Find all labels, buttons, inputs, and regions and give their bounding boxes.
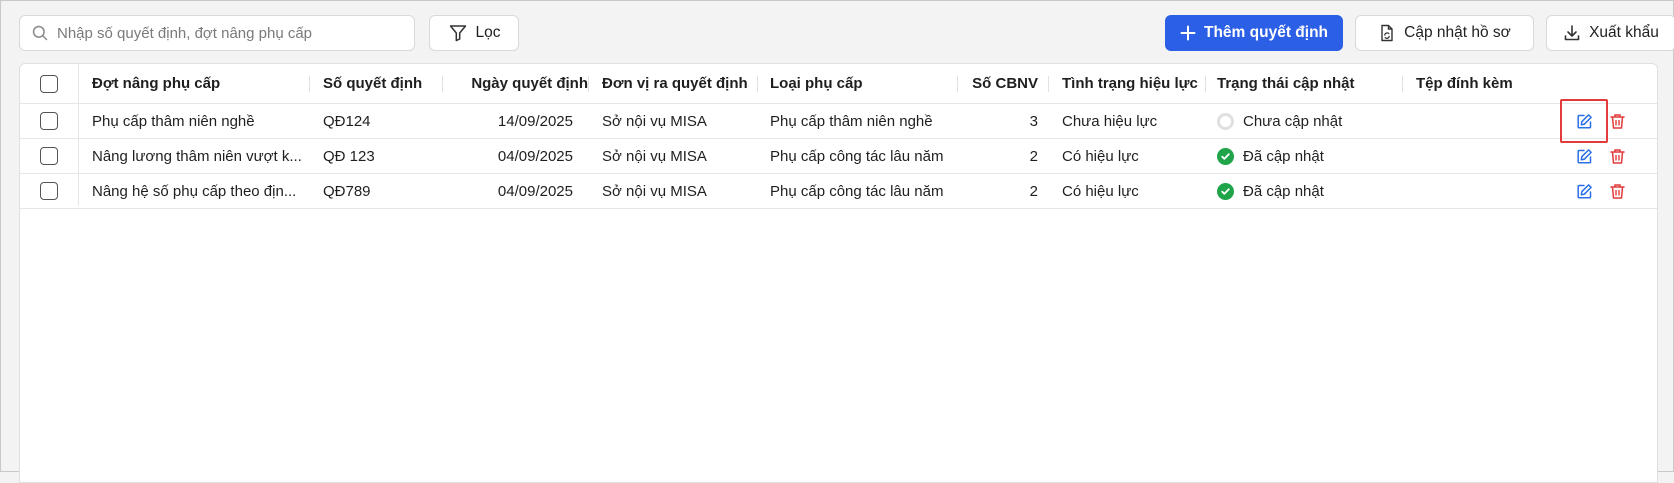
cell-update-status: Chưa cập nhật [1217, 104, 1397, 138]
app-frame: Lọc Thêm quyết định Cập nhật hồ sơ [0, 0, 1674, 483]
cell-allowance-type: Phụ cấp thâm niên nghề [770, 112, 933, 130]
cell-validity: Có hiệu lực [1062, 182, 1139, 200]
decision-table: Đợt nâng phụ cấp Số quyết định Ngày quyế… [19, 63, 1658, 483]
cell-batch: Nâng lương thâm niên vượt k... [92, 139, 302, 173]
column-separator [757, 76, 758, 92]
add-decision-button-label: Thêm quyết định [1204, 24, 1328, 41]
column-separator [957, 76, 958, 92]
delete-cell [1607, 104, 1629, 138]
cell-decision-no: QĐ789 [323, 182, 371, 200]
column-separator [1205, 76, 1206, 92]
column-header-issuer[interactable]: Đơn vị ra quyết định [602, 64, 752, 103]
search-input[interactable] [57, 24, 397, 42]
cell-batch-text: Phụ cấp thâm niên nghề [92, 112, 255, 130]
cell-employee-count: 2 [1029, 147, 1038, 165]
cell-update-status: Đã cập nhật [1217, 139, 1397, 173]
cell-batch-text: Nâng hệ số phụ cấp theo địn... [92, 182, 297, 200]
update-profile-button-label: Cập nhật hồ sơ [1404, 24, 1511, 41]
cell-allowance-type: Phụ cấp công tác lâu năm [770, 147, 944, 165]
cell-issuer: Sở nội vụ MISA [602, 182, 707, 200]
cell-decision-date: 04/09/2025 [497, 147, 573, 165]
edit-cell [1574, 104, 1596, 138]
column-header-attachment[interactable]: Tệp đính kèm [1416, 64, 1566, 103]
column-separator [309, 76, 310, 92]
cell-issuer: Sở nội vụ MISA [602, 147, 707, 165]
column-separator [588, 76, 589, 92]
plus-icon [1180, 25, 1196, 41]
edit-icon[interactable] [1574, 181, 1594, 201]
column-separator [1402, 76, 1403, 92]
check-circle-icon [1217, 182, 1234, 200]
column-separator [442, 76, 443, 92]
filter-button-label: Lọc [475, 24, 501, 41]
cell-issuer: Sở nội vụ MISA [602, 112, 707, 130]
column-separator [1048, 76, 1049, 92]
update-status-text: Đã cập nhật [1243, 147, 1324, 165]
cell-decision-no: QĐ 123 [323, 147, 375, 165]
cell-decision-date: 04/09/2025 [497, 182, 573, 200]
cell-validity: Có hiệu lực [1062, 147, 1139, 165]
select-all-checkbox[interactable] [40, 74, 58, 93]
cell-validity: Chưa hiệu lực [1062, 112, 1158, 130]
cell-batch: Nâng hệ số phụ cấp theo địn... [92, 174, 302, 208]
row-checkbox[interactable] [40, 112, 58, 130]
trash-icon[interactable] [1607, 146, 1627, 166]
cell-allowance-type: Phụ cấp công tác lâu năm [770, 182, 944, 200]
toolbar: Lọc Thêm quyết định Cập nhật hồ sơ [19, 15, 1674, 51]
header-checkbox-cell [20, 64, 78, 103]
table-row[interactable]: Nâng hệ số phụ cấp theo địn... QĐ789 04/… [20, 174, 1657, 209]
edit-cell [1574, 139, 1596, 173]
cell-update-status: Đã cập nhật [1217, 174, 1397, 208]
export-button[interactable]: Xuất khẩu [1546, 15, 1674, 51]
document-sync-icon [1381, 24, 1393, 42]
delete-cell [1607, 139, 1629, 173]
download-icon [1564, 25, 1580, 41]
column-header-update-status[interactable]: Trạng thái cập nhật [1217, 64, 1382, 103]
edit-cell [1574, 174, 1596, 208]
row-checkbox-cell [20, 139, 78, 173]
column-header-allowance-type[interactable]: Loại phụ cấp [770, 64, 920, 103]
edit-icon[interactable] [1574, 146, 1594, 166]
search-icon [32, 25, 48, 41]
update-profile-button[interactable]: Cập nhật hồ sơ [1355, 15, 1534, 51]
column-header-batch[interactable]: Đợt nâng phụ cấp [92, 64, 282, 103]
filter-icon [449, 25, 466, 42]
cell-decision-date: 14/09/2025 [497, 112, 573, 130]
export-button-label: Xuất khẩu [1589, 24, 1659, 41]
trash-icon[interactable] [1607, 181, 1627, 201]
row-checkbox-cell [20, 104, 78, 138]
cell-batch-text: Nâng lương thâm niên vượt k... [92, 147, 302, 165]
update-status-text: Chưa cập nhật [1243, 112, 1343, 130]
add-decision-button[interactable]: Thêm quyết định [1165, 15, 1343, 51]
empty-circle-icon [1217, 112, 1234, 130]
row-checkbox[interactable] [40, 182, 58, 200]
column-header-decision-date[interactable]: Ngày quyết định [445, 64, 588, 103]
table-row[interactable]: Phụ cấp thâm niên nghề QĐ124 14/09/2025 … [20, 99, 1657, 143]
search-box[interactable] [19, 15, 415, 51]
delete-cell [1607, 174, 1629, 208]
cell-batch: Phụ cấp thâm niên nghề [92, 104, 302, 138]
row-checkbox-cell [20, 174, 78, 208]
column-header-decision-no[interactable]: Số quyết định [323, 64, 433, 103]
check-circle-icon [1217, 147, 1234, 165]
trash-icon[interactable] [1607, 111, 1627, 131]
cell-decision-no: QĐ124 [323, 112, 371, 130]
edit-icon[interactable] [1574, 111, 1594, 131]
cell-employee-count: 2 [1029, 182, 1038, 200]
table-header: Đợt nâng phụ cấp Số quyết định Ngày quyế… [20, 64, 1657, 104]
update-status-text: Đã cập nhật [1243, 182, 1324, 200]
row-checkbox[interactable] [40, 147, 58, 165]
filter-button[interactable]: Lọc [429, 15, 519, 51]
column-header-employee-count[interactable]: Số CBNV [960, 64, 1038, 103]
cell-employee-count: 3 [1029, 112, 1038, 130]
table-row[interactable]: Nâng lương thâm niên vượt k... QĐ 123 04… [20, 139, 1657, 174]
column-header-validity[interactable]: Tình trạng hiệu lực [1062, 64, 1202, 103]
